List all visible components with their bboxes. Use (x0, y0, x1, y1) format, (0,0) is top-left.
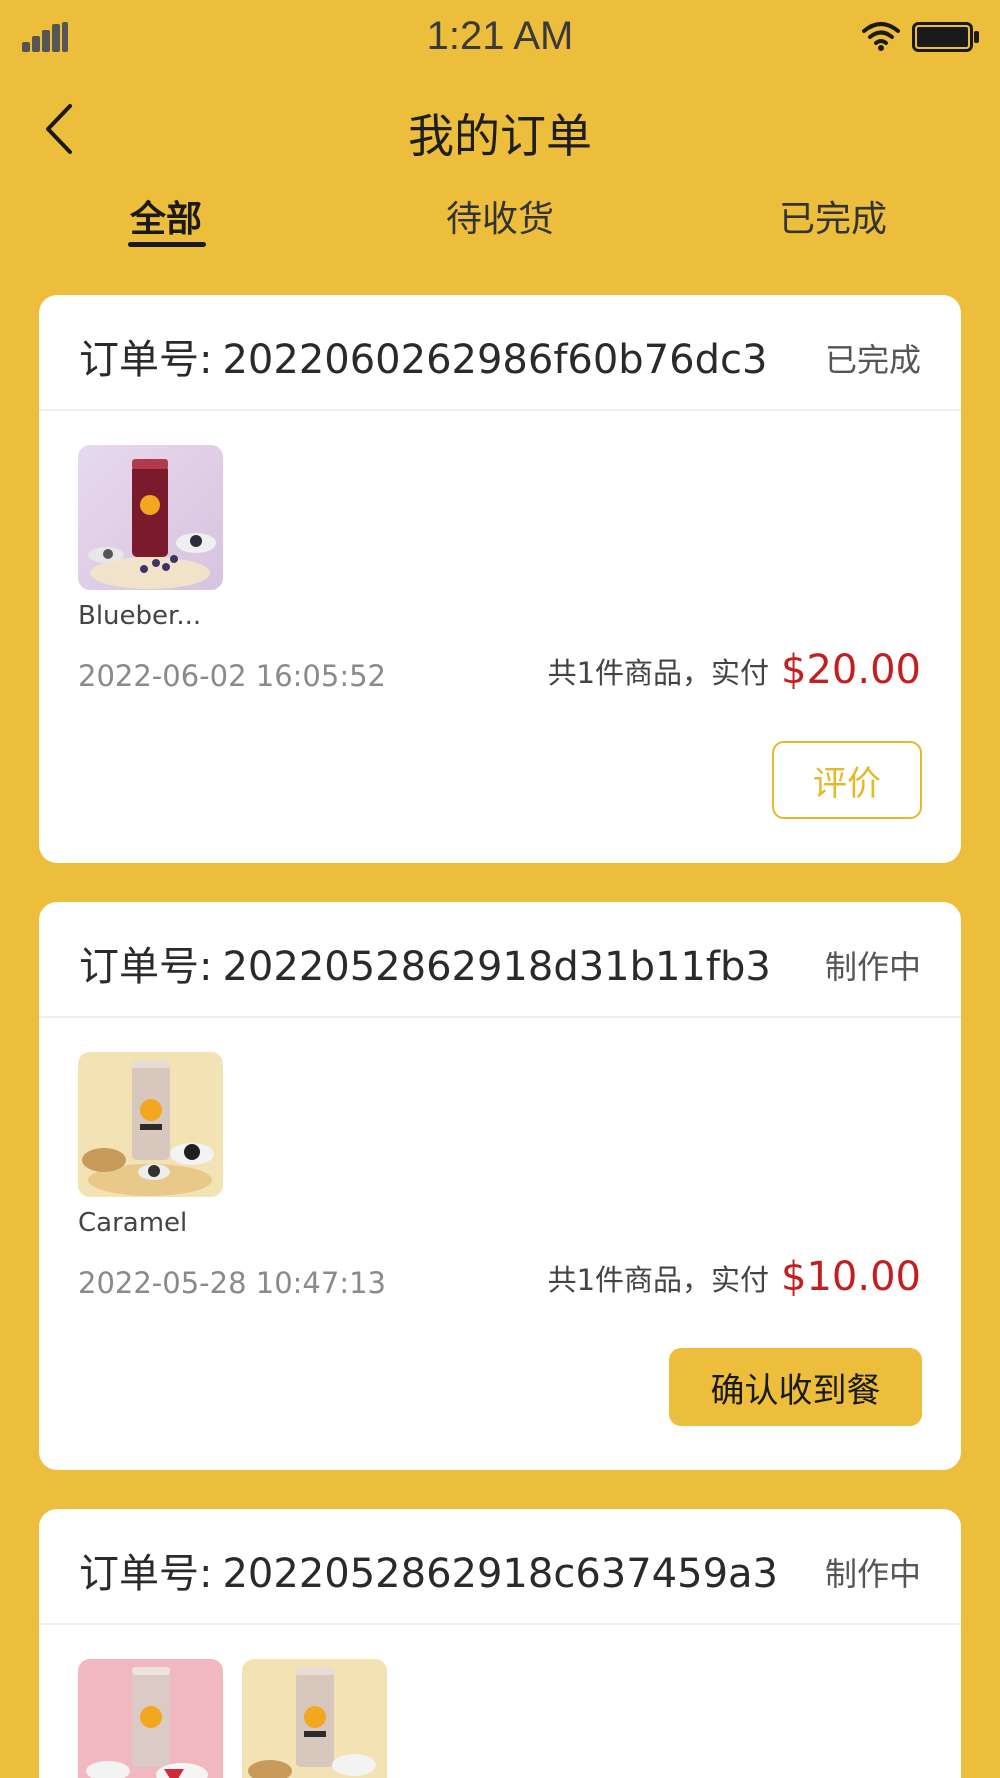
order-number-label: 订单号: (79, 944, 213, 990)
order-number: 订单号: 2022052862918c637459a3 (79, 1541, 778, 1599)
caramel-drink-image[interactable] (78, 1052, 223, 1197)
wifi-icon (862, 22, 900, 51)
order-number-value: 2022052862918d31b11fb3 (222, 944, 771, 990)
product-name: Caramel (78, 1208, 188, 1238)
order-status: 制作中 (824, 1555, 921, 1593)
order-card[interactable]: 订单号: 2022060262986f60b76dc3 已完成 Blueber.… (39, 295, 961, 863)
order-number: 订单号: 2022060262986f60b76dc3 (79, 327, 767, 385)
status-time: 1:21 AM (426, 14, 574, 58)
order-number-label: 订单号: (79, 337, 213, 383)
item-count: 共1件商品，实付 (547, 1263, 770, 1297)
order-number-label: 订单号: (79, 1551, 213, 1597)
tab-all[interactable]: 全部 (116, 190, 216, 242)
order-number: 订单号: 2022052862918d31b11fb3 (79, 934, 771, 992)
battery-icon (912, 22, 979, 52)
order-card-header: 订单号: 2022060262986f60b76dc3 已完成 (39, 295, 961, 411)
order-summary: 共1件商品，实付 $10.00 (548, 1254, 921, 1300)
page-title: 我的订单 (408, 109, 592, 163)
status-bar: 1:21 AM (0, 0, 1000, 76)
product-name: Blueber... (78, 601, 202, 631)
blueberry-drink-image[interactable] (78, 445, 223, 590)
order-price: $20.00 (781, 647, 921, 693)
order-number-value: 2022052862918c637459a3 (222, 1551, 778, 1597)
order-card[interactable]: 订单号: 2022052862918d31b11fb3 制作中 Caramel 2… (39, 902, 961, 1470)
order-status: 制作中 (824, 948, 921, 986)
caramel-drink-image[interactable] (242, 1659, 387, 1778)
order-date: 2022-06-02 16:05:52 (78, 659, 386, 693)
order-tabs: 全部 待收货 已完成 (0, 180, 1000, 250)
item-count: 共1件商品，实付 (547, 656, 770, 690)
tab-completed[interactable]: 已完成 (773, 190, 893, 242)
order-summary: 共1件商品，实付 $20.00 (548, 647, 921, 693)
order-card[interactable]: 订单号: 2022052862918c637459a3 制作中 (39, 1509, 961, 1778)
order-date: 2022-05-28 10:47:13 (78, 1266, 386, 1300)
confirm-received-button[interactable]: 确认收到餐 (669, 1348, 922, 1426)
active-tab-indicator (128, 242, 206, 247)
order-status: 已完成 (824, 341, 921, 379)
order-card-header: 订单号: 2022052862918d31b11fb3 制作中 (39, 902, 961, 1018)
nav-header: 我的订单 (0, 80, 1000, 170)
review-button[interactable]: 评价 (772, 741, 922, 819)
tab-pending-delivery[interactable]: 待收货 (440, 190, 560, 242)
strawberry-drink-image[interactable] (78, 1659, 223, 1778)
order-card-header: 订单号: 2022052862918c637459a3 制作中 (39, 1509, 961, 1625)
order-number-value: 2022060262986f60b76dc3 (222, 337, 768, 383)
order-price: $10.00 (781, 1254, 921, 1300)
